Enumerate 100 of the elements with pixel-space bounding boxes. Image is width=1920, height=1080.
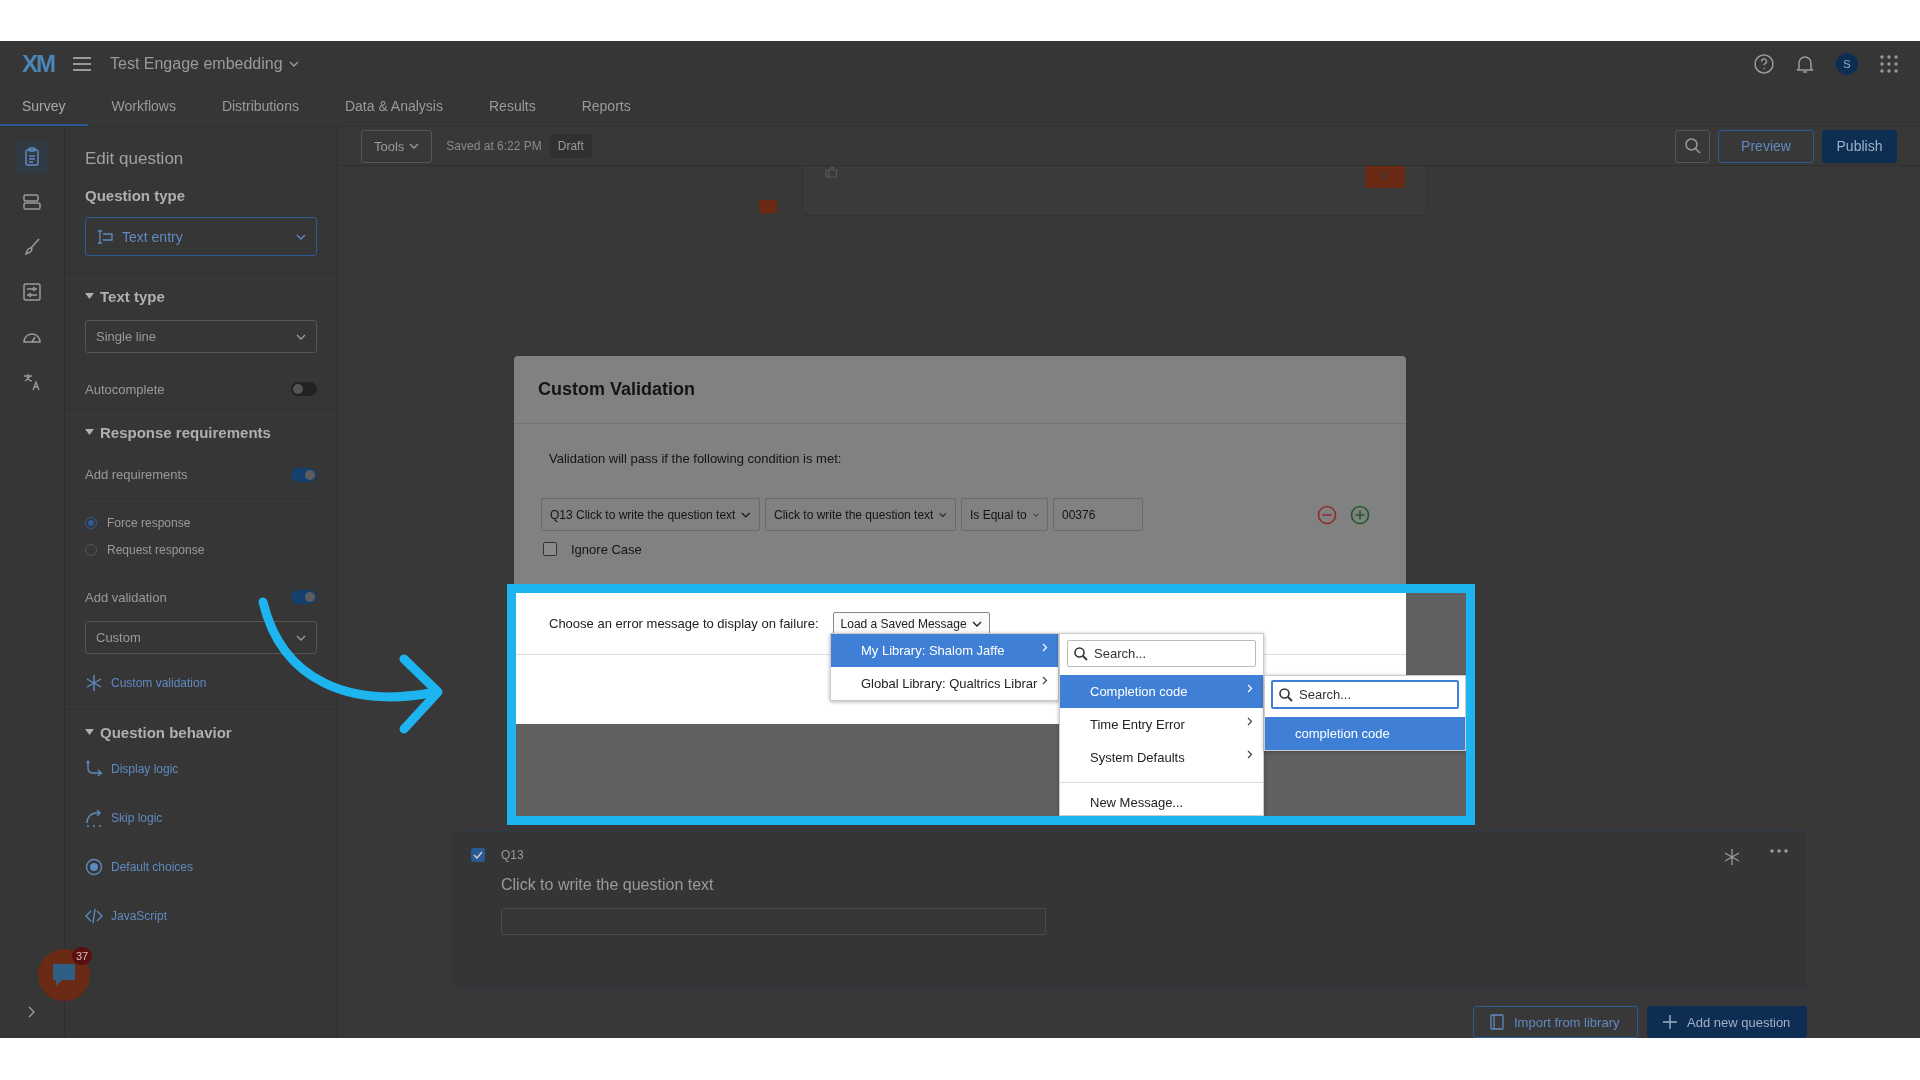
caret-icon <box>296 333 306 340</box>
section-heading: Response requirements <box>100 423 271 441</box>
form-icon <box>22 282 42 302</box>
toggle-label: Add requirements <box>85 467 188 482</box>
search-button[interactable] <box>1675 129 1710 163</box>
chevron-right-icon <box>1042 676 1048 685</box>
question-number: Q13 <box>501 848 525 864</box>
dropdown[interactable]: Custom <box>85 621 317 654</box>
toggle-label: Autocomplete <box>85 381 165 397</box>
rail-button[interactable] <box>15 141 49 173</box>
caret-icon <box>296 233 306 240</box>
menu-icon[interactable] <box>72 56 92 72</box>
tools-button[interactable]: Tools <box>361 129 433 163</box>
menu-item[interactable]: My Library: Shalom Jaffe <box>831 634 1058 667</box>
brush-icon <box>22 237 42 257</box>
chat-icon <box>757 198 779 218</box>
status-tag: Draft <box>549 134 592 158</box>
import-button[interactable]: Import from library <box>1473 1006 1638 1038</box>
branch-arrow-icon <box>85 759 103 778</box>
menu-item[interactable]: Completion code <box>1060 675 1263 708</box>
bell-icon[interactable] <box>1796 54 1814 74</box>
search-icon <box>1684 138 1701 154</box>
search-input[interactable]: Search... <box>1299 687 1439 702</box>
dropdown[interactable]: Load a Saved Message <box>832 612 990 636</box>
tab[interactable]: Workflows <box>89 87 198 126</box>
tab[interactable]: Reports <box>559 87 653 126</box>
search-icon <box>1279 687 1293 702</box>
clipboard-icon <box>22 147 42 167</box>
minus-circle-icon[interactable] <box>1317 504 1337 525</box>
radio-label: Force response <box>107 515 191 530</box>
help-icon[interactable] <box>1754 54 1774 74</box>
collapse-caret-icon[interactable] <box>85 429 94 435</box>
search-field[interactable]: Search... <box>1067 640 1256 667</box>
add-question-button[interactable]: Add new question <box>1647 1006 1807 1038</box>
save-status: Saved at 6:22 PM <box>446 139 542 153</box>
menu-item[interactable]: Time Entry Error <box>1060 708 1263 741</box>
toggle-label: Add validation <box>85 589 167 605</box>
logo[interactable]: XM <box>22 50 54 78</box>
publish-button[interactable]: Publish <box>1822 129 1897 163</box>
chevron-right-icon <box>1247 750 1253 759</box>
tab[interactable]: Data & Analysis <box>322 87 465 126</box>
avatar[interactable]: S <box>1836 53 1858 75</box>
link[interactable]: Default choices <box>111 859 194 874</box>
code-icon <box>85 906 103 925</box>
link[interactable]: Display logic <box>111 761 179 776</box>
caret-icon <box>1032 511 1039 518</box>
menu-item[interactable]: Global Library: Qualtrics Librar <box>831 667 1058 700</box>
caret-icon <box>288 61 299 67</box>
tab[interactable]: Results <box>467 87 558 126</box>
section-heading: Text type <box>100 287 165 305</box>
text-cursor-icon <box>96 229 114 244</box>
asterisk-icon <box>85 674 103 692</box>
chat-bubble-icon <box>50 962 78 988</box>
toggle-switch[interactable] <box>291 382 317 396</box>
dialog-text: Validation will pass if the following condition is met: <box>548 450 843 468</box>
question-text[interactable]: Click to write the question text <box>501 876 1708 894</box>
checkbox-label: Ignore Case <box>571 541 642 557</box>
dropdown[interactable]: Q13 Click to write the question text <box>541 498 760 531</box>
more-icon[interactable] <box>1770 849 1788 853</box>
search-icon <box>1074 646 1088 661</box>
dialog-title: Custom Validation <box>514 356 1406 424</box>
section-heading: Question behavior <box>100 723 232 741</box>
caret-icon <box>409 143 420 149</box>
toggle-switch[interactable] <box>291 467 317 482</box>
dropdown[interactable]: Text entry <box>85 217 317 256</box>
plus-circle-icon[interactable] <box>1350 504 1370 525</box>
tab[interactable]: Distributions <box>199 87 321 126</box>
translate-icon <box>22 372 42 392</box>
radio-label: Request response <box>107 542 205 557</box>
collapse-caret-icon[interactable] <box>85 729 94 735</box>
caret-icon <box>971 621 982 627</box>
search-field[interactable]: Search... <box>1271 680 1459 709</box>
checkbox[interactable] <box>543 542 557 556</box>
link[interactable]: Skip logic <box>111 810 163 825</box>
dropdown[interactable]: Single line <box>85 320 317 353</box>
field-label: Choose an error message to display on failure: <box>549 616 819 631</box>
search-input[interactable]: Search... <box>1094 646 1234 661</box>
chevron-right-icon[interactable] <box>28 1006 36 1018</box>
link[interactable]: JavaScript <box>111 908 168 923</box>
blocks-icon <box>22 192 42 212</box>
caret-icon <box>296 634 306 641</box>
checkbox[interactable] <box>471 848 485 862</box>
dropdown[interactable]: Click to write the question text <box>765 498 956 531</box>
menu-item[interactable]: System Defaults <box>1060 741 1263 774</box>
curved-arrow-icon <box>85 808 103 827</box>
thumb-icon <box>825 166 839 178</box>
link[interactable]: Custom validation <box>111 676 207 690</box>
radio-target-icon <box>85 857 103 876</box>
asterisk-icon[interactable] <box>1724 849 1740 865</box>
menu-item[interactable]: completion code <box>1265 717 1465 750</box>
chat-button[interactable] <box>38 949 90 1001</box>
apps-grid-icon[interactable] <box>1880 55 1898 73</box>
tab[interactable]: Survey <box>0 87 88 126</box>
project-title[interactable]: Test Engage embedding <box>110 55 283 73</box>
toggle-switch[interactable] <box>291 590 317 604</box>
menu-item[interactable]: New Message... <box>1060 782 1263 815</box>
collapse-caret-icon[interactable] <box>85 293 94 299</box>
dropdown[interactable]: Is Equal to <box>961 498 1048 531</box>
value-field[interactable]: 00376 <box>1053 498 1143 531</box>
preview-button[interactable]: Preview <box>1718 129 1814 163</box>
